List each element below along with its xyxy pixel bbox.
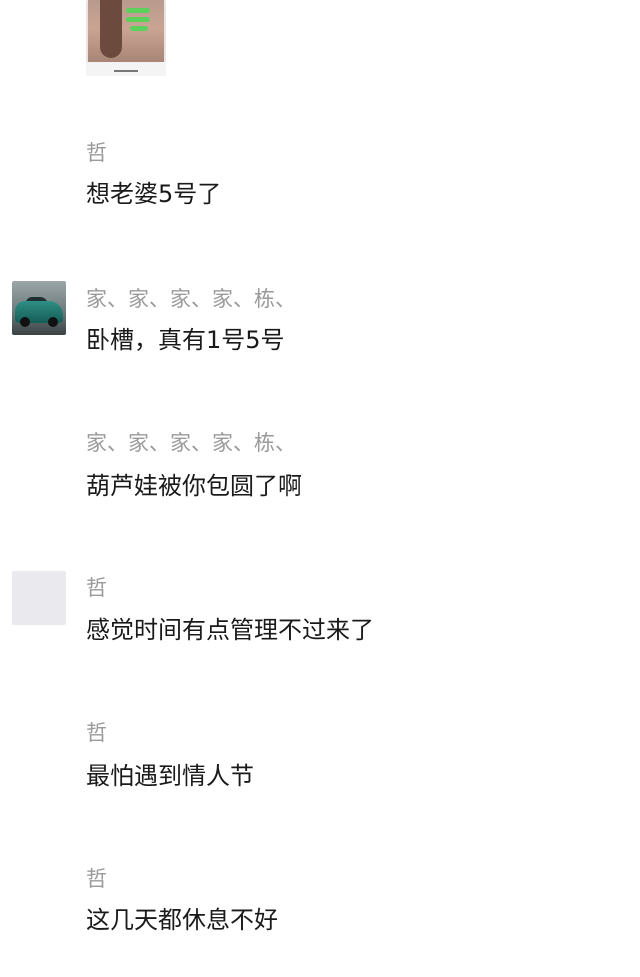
message-text: 葫芦娃被你包圆了啊 [86,472,302,500]
message-text: 想老婆5号了 [86,180,222,208]
user-avatar[interactable] [12,571,66,625]
photo-content [88,0,164,62]
photo-bottom-bar [86,62,166,76]
message-text: 这几天都休息不好 [86,906,278,934]
message-text: 最怕遇到情人节 [86,762,254,790]
user-avatar[interactable] [12,281,66,335]
car-wheel [48,317,58,327]
sender-name: 哲 [86,141,107,165]
sender-name: 家、家、家、家、栋、 [86,431,296,455]
image-message-thumbnail[interactable] [86,0,166,76]
sender-name: 家、家、家、家、栋、 [86,287,296,311]
photo-green-bar [126,17,150,22]
message-text: 感觉时间有点管理不过来了 [86,616,374,644]
photo-figure [100,0,122,58]
photo-green-bar [126,8,150,13]
message-text: 卧槽，真有1号5号 [86,326,285,354]
sender-name: 哲 [86,867,107,891]
car-wheel [20,317,30,327]
chat-thread: 哲 想老婆5号了 家、家、家、家、栋、 卧槽，真有1号5号 家、家、家、家、栋、… [0,0,640,977]
sender-name: 哲 [86,576,107,600]
photo-green-bar [130,26,148,31]
sender-name: 哲 [86,721,107,745]
home-indicator [114,70,138,72]
